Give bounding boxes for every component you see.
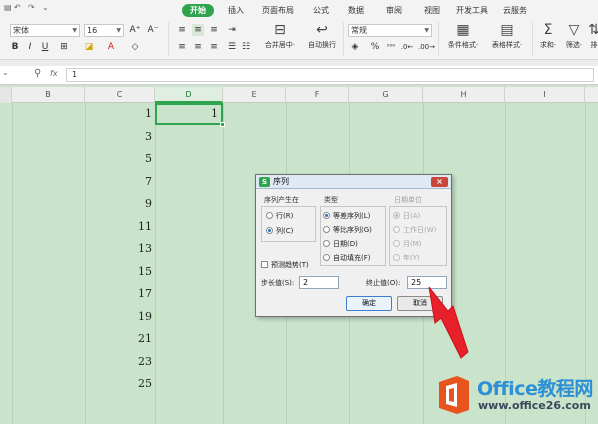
watermark: Office教程网 www.office26.com — [435, 372, 595, 420]
office-logo-icon — [439, 376, 469, 414]
watermark-brand: Office教程网 — [477, 378, 593, 400]
spreadsheet-app: ▤ ↶ ↷ ⌄ 开始 插入 页面布局 公式 数据 审阅 视图 开发工具 云服务 … — [0, 0, 598, 424]
annotation-arrow — [428, 286, 469, 359]
watermark-url: www.office26.com — [478, 399, 591, 412]
arrow-shape — [428, 286, 469, 359]
